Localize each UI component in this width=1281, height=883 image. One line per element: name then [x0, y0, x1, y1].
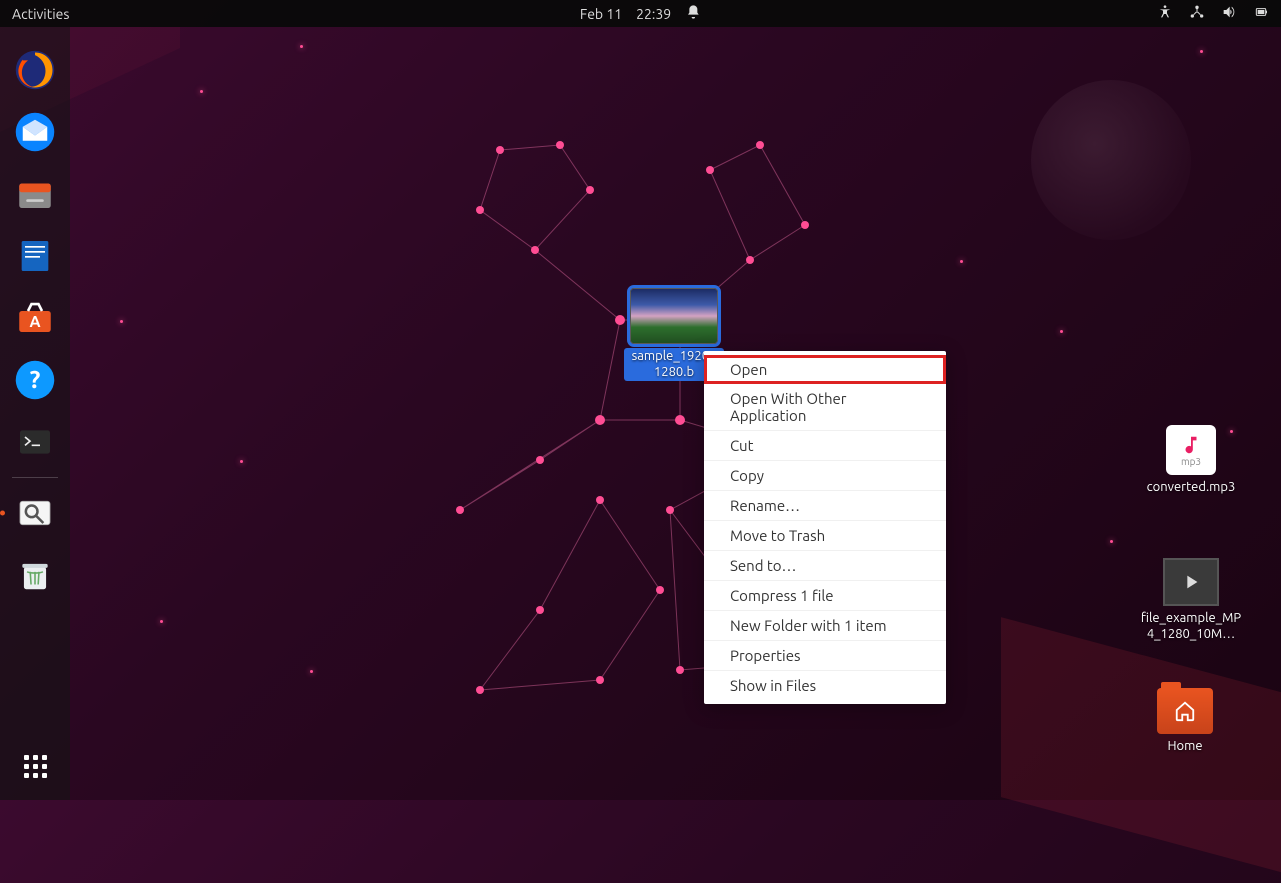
dock-help[interactable]: ?: [11, 356, 59, 404]
clock-time[interactable]: 22:39: [636, 6, 671, 22]
context-rename[interactable]: Rename…: [704, 491, 946, 521]
context-send-to[interactable]: Send to…: [704, 551, 946, 581]
svg-text:?: ?: [30, 365, 41, 393]
image-thumbnail: [631, 288, 717, 344]
dock-separator: [12, 477, 58, 478]
context-open-with[interactable]: Open With Other Application: [704, 384, 946, 431]
dock-writer[interactable]: [11, 232, 59, 280]
svg-text:A: A: [29, 312, 40, 330]
desktop-icon-label: file_example_MP4_1280_10M…: [1135, 610, 1247, 643]
context-copy[interactable]: Copy: [704, 461, 946, 491]
dock-files[interactable]: [11, 170, 59, 218]
dock-software[interactable]: A: [11, 294, 59, 342]
context-move-to-trash[interactable]: Move to Trash: [704, 521, 946, 551]
dock-thunderbird[interactable]: [11, 108, 59, 156]
dock-terminal[interactable]: [11, 418, 59, 466]
video-file-icon: [1163, 558, 1219, 606]
network-icon[interactable]: [1189, 4, 1205, 23]
context-new-folder[interactable]: New Folder with 1 item: [704, 611, 946, 641]
home-folder-icon: [1157, 688, 1213, 734]
accessibility-icon[interactable]: [1157, 4, 1173, 23]
clock-date[interactable]: Feb 11: [580, 6, 622, 22]
context-open[interactable]: Open: [704, 355, 946, 384]
notifications-icon[interactable]: [685, 4, 701, 23]
show-applications-button[interactable]: [24, 755, 47, 778]
wallpaper: [0, 0, 1281, 800]
activities-button[interactable]: Activities: [12, 6, 69, 22]
audio-file-icon: mp3: [1166, 425, 1216, 475]
desktop-icon-converted-mp3[interactable]: mp3 converted.mp3: [1141, 425, 1241, 497]
desktop-icon-label: converted.mp3: [1143, 479, 1240, 497]
context-cut[interactable]: Cut: [704, 431, 946, 461]
context-menu: Open Open With Other Application Cut Cop…: [704, 351, 946, 704]
context-show-in-files[interactable]: Show in Files: [704, 671, 946, 700]
context-properties[interactable]: Properties: [704, 641, 946, 671]
dock-image-viewer[interactable]: [11, 489, 59, 537]
dock-firefox[interactable]: [11, 46, 59, 94]
volume-icon[interactable]: [1221, 4, 1237, 23]
desktop-icon-video[interactable]: file_example_MP4_1280_10M…: [1135, 558, 1247, 643]
desktop-icon-label: Home: [1163, 738, 1206, 756]
top-bar: Activities Feb 11 22:39: [0, 0, 1281, 27]
battery-icon[interactable]: [1253, 4, 1269, 23]
desktop-icon-home[interactable]: Home: [1135, 688, 1235, 756]
dock: A ?: [0, 27, 70, 800]
dock-trash[interactable]: [11, 551, 59, 599]
context-compress[interactable]: Compress 1 file: [704, 581, 946, 611]
